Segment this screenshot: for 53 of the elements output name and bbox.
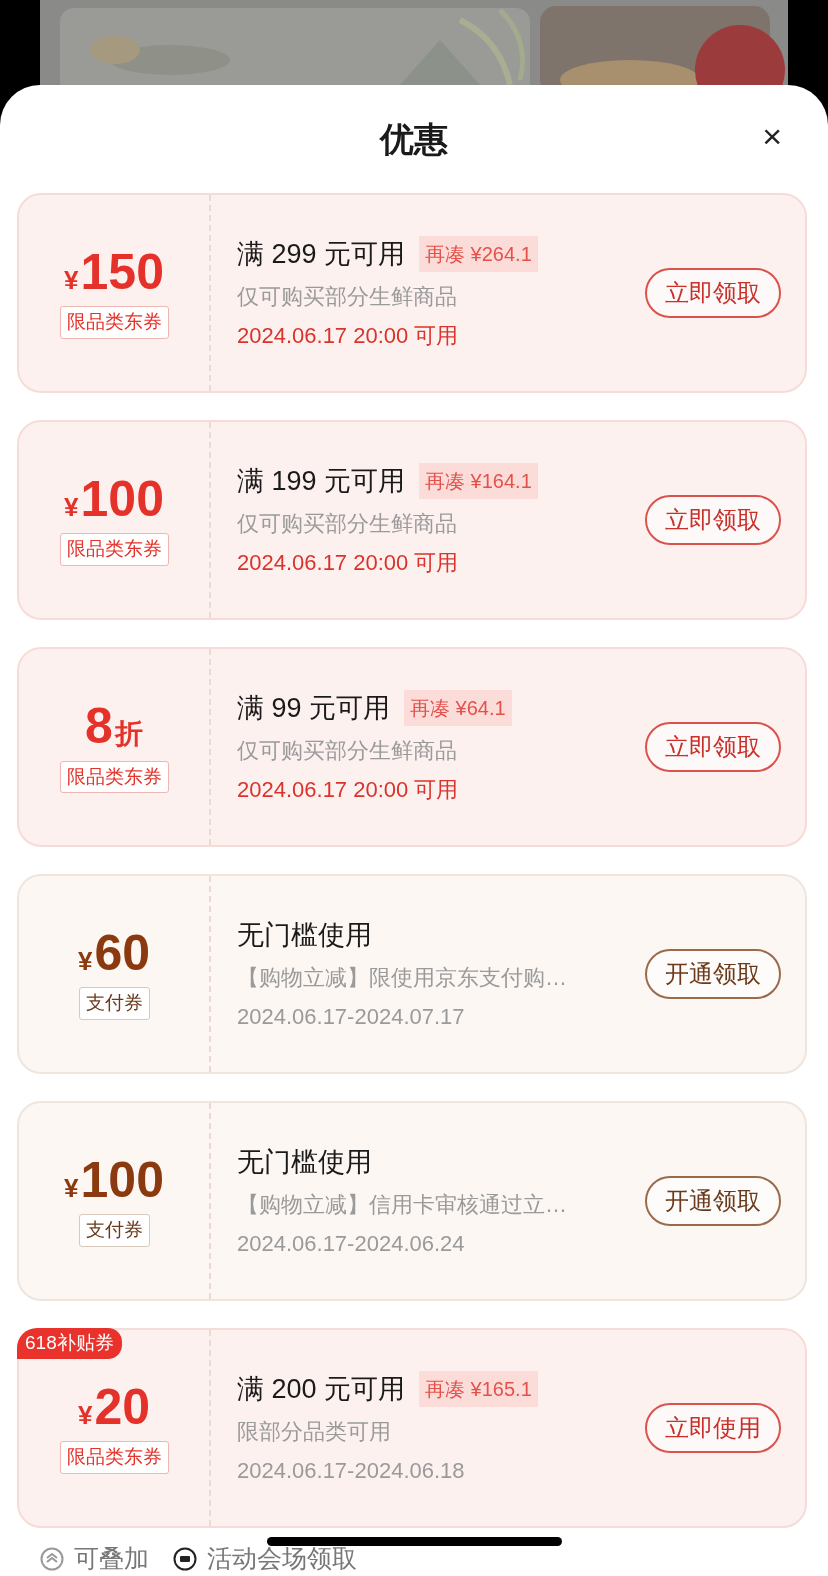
ticket-icon xyxy=(173,1546,197,1571)
usage-condition: 满 200 元可用 xyxy=(237,1372,406,1406)
coupon-type-tag: 限品类东券 xyxy=(59,760,169,794)
coupon-amount: 150 xyxy=(80,247,164,298)
subsidy-badge: 618补贴券 xyxy=(17,1328,122,1359)
sheet-title: 优惠 xyxy=(380,118,448,160)
footer-label: 活动会场领取 xyxy=(207,1543,357,1574)
discount-unit: 折 xyxy=(114,716,143,751)
coupon-description: 【购物立减】信用卡审核通过立… xyxy=(237,1191,568,1220)
top-up-hint: 再凑 ¥264.1 xyxy=(419,236,538,272)
coupon-description: 仅可购买部分生鲜商品 xyxy=(237,283,458,312)
validity-date: 2024.06.17-2024.07.17 xyxy=(237,1003,466,1032)
footer-label: 可叠加 xyxy=(74,1543,149,1574)
coupon-amount: 100 xyxy=(80,474,164,525)
claim-button[interactable]: 立即领取 xyxy=(645,495,781,545)
currency-sign: ¥ xyxy=(77,945,93,979)
validity-date: 2024.06.17 20:00 可用 xyxy=(237,322,460,351)
coupon-type-tag: 限品类东券 xyxy=(59,306,169,339)
top-up-hint: 再凑 ¥164.1 xyxy=(419,463,538,499)
claim-button[interactable]: 立即使用 xyxy=(645,1403,781,1453)
validity-date: 2024.06.17 20:00 可用 xyxy=(237,776,460,805)
coupon-type-tag: 支付券 xyxy=(78,1214,150,1247)
usage-condition: 满 299 元可用 xyxy=(237,237,406,271)
claim-button[interactable]: 开通领取 xyxy=(645,1176,781,1226)
currency-sign: ¥ xyxy=(77,1399,93,1433)
coupon-description: 【购物立减】限使用京东支付购… xyxy=(237,964,568,993)
currency-sign: ¥ xyxy=(64,1172,79,1206)
usage-condition: 无门槛使用 xyxy=(237,918,372,952)
usage-condition: 满 99 元可用 xyxy=(237,691,391,725)
coupon-description: 仅可购买部分生鲜商品 xyxy=(237,737,458,766)
claim-button[interactable]: 立即领取 xyxy=(645,268,781,318)
claim-button[interactable]: 立即领取 xyxy=(645,722,781,772)
close-button[interactable]: × xyxy=(762,119,782,153)
stack-icon xyxy=(40,1546,64,1571)
coupon-amount: 8 xyxy=(85,700,113,751)
currency-sign: ¥ xyxy=(64,491,79,525)
coupon-amount: 100 xyxy=(80,1155,164,1206)
coupon-type-tag: 支付券 xyxy=(78,987,150,1020)
claim-button[interactable]: 开通领取 xyxy=(645,949,781,999)
currency-sign: ¥ xyxy=(64,264,79,298)
coupon-amount: 20 xyxy=(94,1382,151,1433)
top-up-hint: 再凑 ¥165.1 xyxy=(419,1371,538,1407)
validity-date: 2024.06.17 20:00 可用 xyxy=(237,549,460,578)
coupon-amount: 60 xyxy=(94,928,151,979)
usage-condition: 无门槛使用 xyxy=(237,1145,372,1179)
coupon-type-tag: 限品类东券 xyxy=(59,533,169,566)
top-up-hint: 再凑 ¥64.1 xyxy=(404,690,512,726)
usage-condition: 满 199 元可用 xyxy=(237,464,406,498)
coupon-description: 限部分品类可用 xyxy=(237,1418,392,1447)
validity-date: 2024.06.17-2024.06.18 xyxy=(237,1457,466,1486)
coupon-description: 仅可购买部分生鲜商品 xyxy=(237,510,458,539)
validity-date: 2024.06.17-2024.06.24 xyxy=(237,1230,466,1259)
coupon-type-tag: 限品类东券 xyxy=(59,1441,169,1474)
